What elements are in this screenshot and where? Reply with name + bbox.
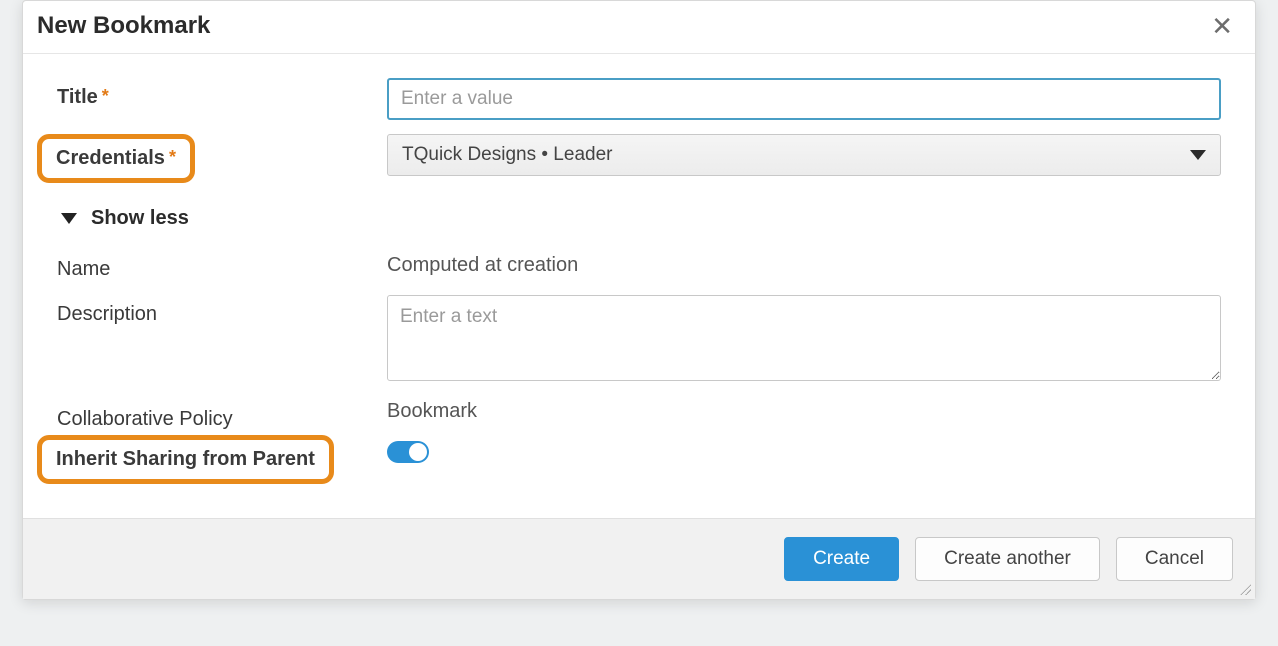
dialog-title: New Bookmark	[37, 12, 210, 40]
row-description: Description	[57, 295, 1221, 386]
row-credentials: Credentials* TQuick Designs • Leader	[57, 134, 1221, 183]
label-collab-policy: Collaborative Policy	[57, 400, 387, 431]
dialog-body: Title* Credentials* TQuick D	[23, 54, 1255, 518]
row-name: Name Computed at creation	[57, 250, 1221, 281]
description-textarea[interactable]	[387, 295, 1221, 381]
title-input[interactable]	[387, 78, 1221, 120]
chevron-down-icon	[1190, 150, 1206, 160]
dialog-header: New Bookmark ✕	[23, 1, 1255, 54]
resize-grip-icon[interactable]	[1239, 583, 1251, 595]
required-marker: *	[102, 86, 109, 106]
show-less-label: Show less	[91, 207, 189, 230]
row-inherit: Inherit Sharing from Parent	[57, 435, 1221, 484]
create-button[interactable]: Create	[784, 537, 899, 581]
label-description: Description	[57, 295, 387, 326]
toggle-knob	[409, 443, 427, 461]
dialog-footer: Create Create another Cancel	[23, 518, 1255, 599]
new-bookmark-dialog: New Bookmark ✕ Title* Credentials*	[22, 0, 1256, 600]
label-inherit-text: Inherit Sharing from Parent	[56, 448, 315, 470]
label-title: Title*	[57, 78, 387, 109]
required-marker: *	[169, 147, 176, 167]
credentials-highlight: Credentials*	[37, 134, 195, 183]
row-collab-policy: Collaborative Policy Bookmark	[57, 400, 1221, 431]
credentials-value: TQuick Designs • Leader	[402, 144, 612, 166]
triangle-down-icon	[61, 213, 77, 224]
close-icon[interactable]: ✕	[1207, 11, 1237, 41]
label-credentials-text: Credentials	[56, 147, 165, 169]
collab-policy-value: Bookmark	[387, 400, 1221, 423]
row-title: Title*	[57, 78, 1221, 120]
create-another-button[interactable]: Create another	[915, 537, 1100, 581]
show-less-toggle[interactable]: Show less	[57, 207, 1221, 230]
inherit-highlight: Inherit Sharing from Parent	[37, 435, 334, 484]
cancel-button[interactable]: Cancel	[1116, 537, 1233, 581]
label-title-text: Title	[57, 86, 98, 108]
label-name: Name	[57, 250, 387, 281]
name-value: Computed at creation	[387, 250, 1221, 277]
inherit-toggle[interactable]	[387, 441, 429, 463]
credentials-select[interactable]: TQuick Designs • Leader	[387, 134, 1221, 176]
